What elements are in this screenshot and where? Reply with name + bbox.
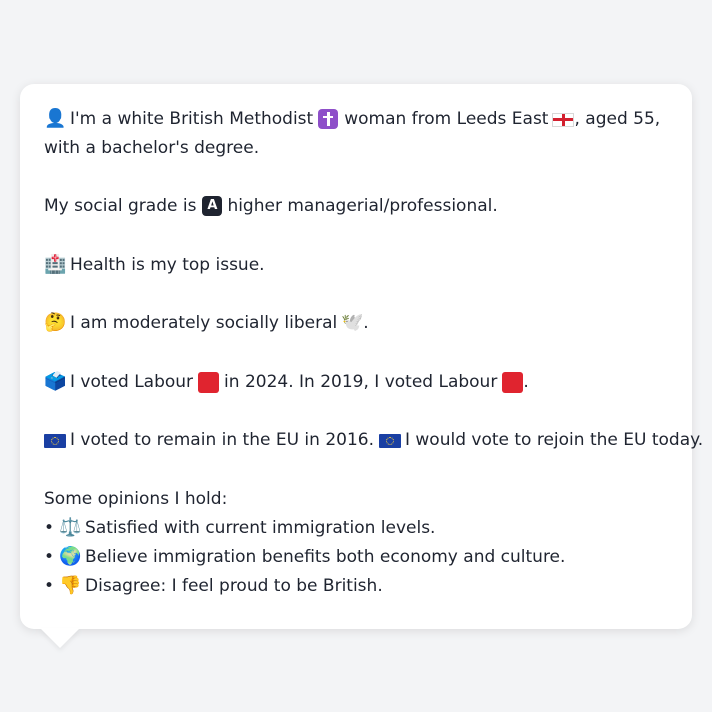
bubble-tail	[40, 628, 80, 648]
list-item: • ⚖️ Satisfied with current immigration …	[44, 513, 668, 542]
persona-message-bubble: 👤 I'm a white British Methodist woman fr…	[20, 84, 703, 629]
opinion-text: Satisfied with current immigration level…	[85, 517, 436, 538]
voting-history-line: 🗳️ I voted Labour in 2024. In 2019, I vo…	[44, 367, 668, 396]
opinions-heading: Some opinions I hold:	[44, 484, 668, 513]
eu-flag-icon	[44, 430, 66, 450]
thumbs-down-icon: 👎	[59, 574, 82, 596]
top-issue-text: Health is my top issue.	[70, 254, 265, 275]
bullet: •	[44, 517, 55, 538]
eu-rejoin-text: I would vote to rejoin the EU today.	[404, 430, 704, 450]
opinion-text: Disagree: I feel proud to be British.	[85, 575, 383, 596]
bullet: •	[44, 575, 55, 596]
thinking-face-icon: 🤔	[44, 312, 67, 333]
vote-2024-text: I voted Labour	[70, 371, 194, 392]
dove-icon: 🕊️	[341, 312, 364, 333]
list-item: • 🌍 Believe immigration benefits both ec…	[44, 542, 668, 571]
social-liberal-line: 🤔 I am moderately socially liberal 🕊️ .	[44, 309, 668, 338]
education-line: with a bachelor's degree.	[44, 133, 668, 162]
bullet: •	[44, 546, 55, 567]
education-text: with a bachelor's degree.	[44, 137, 260, 158]
person-icon: 👤	[44, 107, 67, 129]
eu-line: I voted to remain in the EU in 2016. I w…	[44, 426, 703, 455]
identity-line: 👤 I'm a white British Methodist woman fr…	[44, 104, 668, 133]
social-liberal-end: .	[363, 313, 369, 333]
latin-cross-icon	[317, 108, 339, 129]
vote-2019-text: in 2024. In 2019, I voted Labour	[224, 371, 498, 392]
list-item: • 👎 Disagree: I feel proud to be British…	[44, 571, 668, 600]
globe-icon: 🌍	[59, 545, 82, 567]
opinions-heading-text: Some opinions I hold:	[44, 488, 228, 509]
balance-scale-icon: ⚖️	[59, 516, 82, 538]
identity-age: , aged 55,	[574, 108, 661, 129]
grade-a-icon: A	[201, 196, 223, 216]
labour-red-square-icon	[197, 371, 220, 393]
top-issue-line: 🏥 Health is my top issue.	[44, 250, 668, 279]
social-grade-post: higher managerial/professional.	[227, 196, 498, 216]
opinion-text: Believe immigration benefits both econom…	[85, 546, 566, 567]
social-grade-pre: My social grade is	[44, 196, 197, 216]
identity-text-b: woman from Leeds East	[344, 108, 549, 129]
identity-text: I'm a white British Methodist	[70, 108, 314, 129]
england-flag-icon	[552, 109, 575, 129]
ballot-box-icon: 🗳️	[44, 370, 67, 392]
social-grade-line: My social grade is A higher managerial/p…	[44, 192, 668, 221]
hospital-icon: 🏥	[44, 253, 67, 275]
vote-end: .	[523, 371, 529, 392]
eu-flag-icon-2	[378, 430, 401, 450]
labour-red-square-icon-2	[501, 371, 524, 393]
social-liberal-text: I am moderately socially liberal	[70, 313, 338, 333]
eu-remain-text: I voted to remain in the EU in 2016.	[70, 430, 374, 450]
